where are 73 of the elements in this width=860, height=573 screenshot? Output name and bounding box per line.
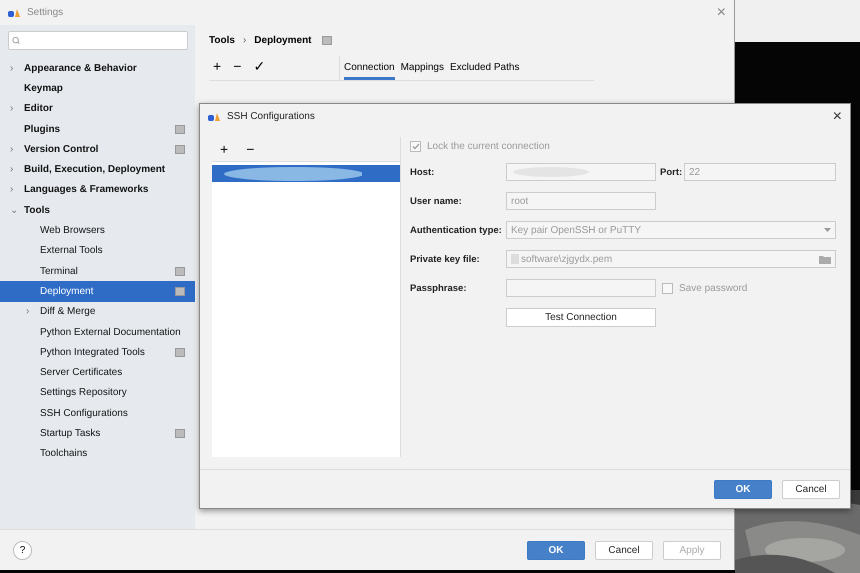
breadcrumb-item[interactable]: Tools: [209, 35, 235, 46]
project-icon: [175, 428, 185, 438]
field-label: Authentication type:: [410, 224, 503, 236]
field-label: Host:: [410, 166, 436, 178]
project-icon: [175, 144, 185, 154]
caret-icon: [824, 228, 831, 232]
tree-item[interactable]: › Build, Execution, Deployment: [0, 159, 195, 180]
tab[interactable]: Connection: [344, 58, 395, 80]
tab[interactable]: Excluded Paths: [450, 58, 520, 80]
tree-item[interactable]: Plugins: [0, 118, 195, 140]
field-label: Private key file:: [410, 254, 481, 264]
chevron-icon: ›: [10, 164, 24, 176]
chevron-icon: ›: [10, 62, 24, 74]
toolbar-button[interactable]: −: [233, 58, 242, 74]
tree-item[interactable]: Toolchains: [0, 444, 195, 464]
breadcrumb-separator: ›: [242, 35, 246, 46]
host-field[interactable]: [506, 163, 656, 181]
tree-item[interactable]: Startup Tasks: [0, 423, 195, 444]
dialog-button[interactable]: OK: [527, 540, 585, 560]
redaction-blur: [511, 254, 519, 264]
project-icon: [322, 36, 332, 45]
dialog-button[interactable]: Cancel: [595, 540, 653, 560]
chevron-icon: ›: [10, 103, 24, 114]
tree-item[interactable]: Terminal: [0, 260, 195, 282]
chevron-icon: ⌄: [10, 204, 24, 216]
tree-item[interactable]: Keymap: [0, 78, 195, 99]
field-label: Port:: [659, 166, 684, 178]
dialog-button[interactable]: OK: [714, 480, 772, 498]
chevron-icon: ›: [26, 306, 40, 318]
tree-item[interactable]: Web Browsers: [0, 220, 195, 241]
test-connection-button[interactable]: Test Connection: [506, 308, 656, 327]
tree-item[interactable]: Server Certificates: [0, 362, 195, 383]
tree-item[interactable]: Deployment: [0, 281, 195, 302]
project-icon: [175, 348, 185, 357]
tree-item[interactable]: › Editor: [0, 98, 195, 119]
dialog-button[interactable]: Cancel: [782, 480, 840, 498]
checkbox-label: Lock the current connection: [427, 141, 550, 152]
toolbar-button[interactable]: +: [213, 58, 222, 74]
project-icon: [175, 124, 185, 134]
tree-item[interactable]: SSH Configurations: [0, 403, 195, 424]
project-icon: [175, 266, 185, 276]
folder-icon: [819, 254, 831, 264]
chevron-icon: ›: [10, 184, 24, 196]
help-button[interactable]: ?: [13, 540, 32, 560]
tree-item[interactable]: Python External Documentation: [0, 322, 195, 342]
field-label: User name:: [410, 196, 463, 206]
tree-item[interactable]: Settings Repository: [0, 382, 195, 404]
toolbar-button[interactable]: −: [246, 141, 254, 157]
project-icon: [175, 286, 185, 296]
toolbar-button[interactable]: ✓: [253, 58, 266, 74]
window-title: Settings: [27, 7, 64, 18]
tree-item[interactable]: ⌄ Tools: [0, 200, 195, 220]
save-password-checkbox[interactable]: [662, 282, 673, 294]
tree-item[interactable]: › Diff & Merge: [0, 302, 195, 322]
close-button[interactable]: ×: [832, 108, 842, 126]
search-field[interactable]: [8, 31, 188, 50]
toolbar-button[interactable]: +: [220, 141, 228, 157]
breadcrumb-item[interactable]: Deployment: [254, 35, 312, 46]
tree-item[interactable]: › Appearance & Behavior: [0, 58, 195, 78]
tree-item[interactable]: External Tools: [0, 240, 195, 261]
checkbox-label: Save password: [679, 282, 748, 294]
chevron-icon: ›: [10, 144, 24, 155]
tab[interactable]: Mappings: [400, 58, 444, 80]
app-logo-icon: [208, 112, 221, 121]
passphrase-field[interactable]: [506, 279, 656, 297]
tree-item[interactable]: Python Integrated Tools: [0, 342, 195, 362]
app-logo-icon: [8, 8, 21, 17]
lock-checkbox[interactable]: [410, 141, 421, 152]
dialog-title: SSH Configurations: [227, 111, 315, 122]
tree-item[interactable]: › Version Control: [0, 139, 195, 160]
tree-item[interactable]: › Languages & Frameworks: [0, 180, 195, 200]
field-label: Passphrase:: [410, 282, 468, 294]
configuration-item[interactable]: [212, 165, 400, 182]
